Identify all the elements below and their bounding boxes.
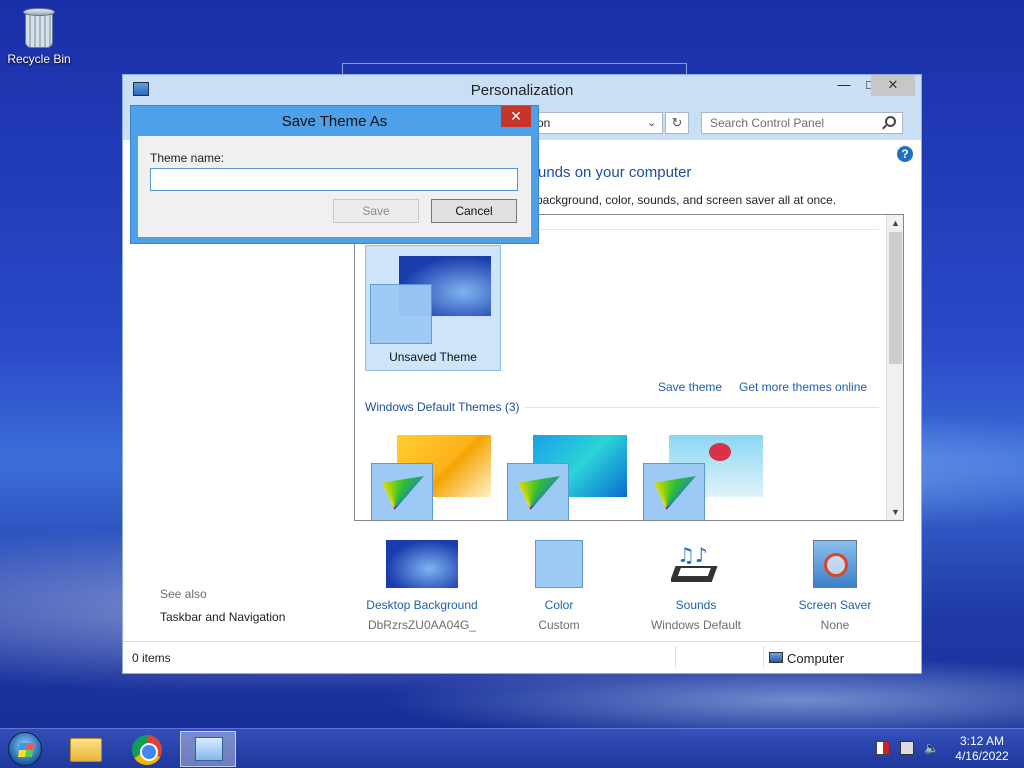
folder-icon <box>70 738 102 762</box>
window-title: Personalization <box>470 82 574 99</box>
control-panel-icon <box>195 737 223 761</box>
computer-icon <box>769 652 783 663</box>
screen-saver-label[interactable]: Screen Saver <box>755 598 915 612</box>
get-more-themes-link[interactable]: Get more themes online <box>739 380 867 394</box>
theme-color-swatch <box>507 463 569 520</box>
theme-color-swatch <box>370 284 432 344</box>
scroll-down-icon[interactable]: ▼ <box>887 504 903 520</box>
desktop-background-label[interactable]: Desktop Background <box>342 598 502 612</box>
see-also-label: See also <box>160 587 207 601</box>
network-icon[interactable] <box>900 741 914 755</box>
color-fan-icon <box>518 476 560 510</box>
theme-list-scrollbar[interactable]: ▲ ▼ <box>886 215 903 520</box>
cancel-button[interactable]: Cancel <box>431 199 517 223</box>
desktop-background-icon <box>386 540 458 588</box>
unsaved-theme-tile[interactable]: Unsaved Theme <box>365 245 501 371</box>
taskbar: 🔈 3:12 AM 4/16/2022 <box>0 728 1024 768</box>
recycle-bin-icon <box>21 6 57 48</box>
theme-tile-windows[interactable] <box>367 425 507 520</box>
taskbar-chrome[interactable] <box>120 731 176 767</box>
status-bar: 0 items Computer <box>123 641 921 673</box>
close-button[interactable]: ✕ <box>871 75 915 96</box>
save-theme-dialog: Save Theme As ✕ Theme name: Save Cancel <box>130 105 539 244</box>
search-icon[interactable] <box>885 116 896 127</box>
page-subheading: p background, color, sounds, and screen … <box>526 193 837 207</box>
sounds-value: Windows Default <box>650 618 742 632</box>
scroll-thumb[interactable] <box>889 232 902 364</box>
volume-muted-icon[interactable]: 🔈 <box>924 741 939 755</box>
search-input[interactable]: Search Control Panel <box>701 112 903 134</box>
taskbar-control-panel[interactable] <box>180 731 236 767</box>
save-theme-link[interactable]: Save theme <box>658 380 722 394</box>
clock-time: 3:12 AM <box>959 734 1005 748</box>
action-center-flag-icon[interactable] <box>876 741 890 755</box>
theme-color-swatch <box>643 463 705 520</box>
system-tray: 🔈 <box>872 741 942 757</box>
status-computer: Computer <box>787 651 845 666</box>
chevron-down-icon[interactable]: ⌄ <box>647 116 656 129</box>
taskbar-navigation-link[interactable]: Taskbar and Navigation <box>160 610 285 624</box>
taskbar-file-explorer[interactable] <box>58 731 114 767</box>
clock[interactable]: 3:12 AM 4/16/2022 <box>946 734 1018 764</box>
scroll-up-icon[interactable]: ▲ <box>887 215 903 231</box>
search-placeholder: Search Control Panel <box>710 116 825 130</box>
chrome-icon <box>132 735 162 765</box>
theme-tile-lines[interactable] <box>503 425 643 520</box>
refresh-button[interactable]: ↻ <box>665 112 689 134</box>
minimize-button[interactable]: — <box>830 75 858 96</box>
screen-saver-item[interactable]: Screen Saver None <box>755 540 915 632</box>
clock-date: 4/16/2022 <box>955 749 1009 763</box>
theme-name-label: Theme name: <box>150 151 225 165</box>
status-item-count: 0 items <box>132 651 171 665</box>
svg-text:♫♪: ♫♪ <box>677 543 708 567</box>
color-fan-icon <box>654 476 696 510</box>
color-fan-icon <box>382 476 424 510</box>
theme-tile-flowers[interactable] <box>639 425 779 520</box>
theme-color-swatch <box>371 463 433 520</box>
recycle-bin-label: Recycle Bin <box>7 52 71 66</box>
theme-list: Unsaved Theme Save theme Get more themes… <box>354 214 904 521</box>
title-bar[interactable]: Personalization — □ ✕ <box>123 75 921 105</box>
windows-logo-icon <box>18 743 34 757</box>
screen-saver-icon <box>813 540 857 588</box>
save-button[interactable]: Save <box>333 199 419 223</box>
theme-name-field[interactable] <box>150 168 518 191</box>
desktop-background-item[interactable]: Desktop Background DbRzrsZU0AA04G_ <box>342 540 502 632</box>
screen-saver-value: None <box>820 618 850 632</box>
dialog-body: Theme name: Save Cancel <box>138 136 531 237</box>
help-icon[interactable]: ? <box>897 146 913 162</box>
default-themes-header: Windows Default Themes (3) <box>365 400 520 414</box>
recycle-bin[interactable]: Recycle Bin <box>4 6 74 66</box>
color-icon <box>535 540 583 588</box>
color-value: Custom <box>538 618 580 632</box>
dialog-close-button[interactable]: ✕ <box>501 106 531 127</box>
sounds-icon: ♫♪ <box>669 540 721 588</box>
unsaved-theme-label: Unsaved Theme <box>389 350 477 364</box>
dialog-title: Save Theme As <box>281 113 388 130</box>
start-button[interactable] <box>8 732 42 766</box>
sounds-item[interactable]: ♫♪ Sounds Windows Default <box>616 540 776 632</box>
page-heading: unds on your computer <box>538 164 692 181</box>
desktop-background-value: DbRzrsZU0AA04G_ <box>367 618 477 632</box>
address-bar[interactable]: on <box>533 112 663 134</box>
sounds-label[interactable]: Sounds <box>616 598 776 612</box>
color-item[interactable]: Color Custom <box>479 540 639 632</box>
color-label[interactable]: Color <box>479 598 639 612</box>
